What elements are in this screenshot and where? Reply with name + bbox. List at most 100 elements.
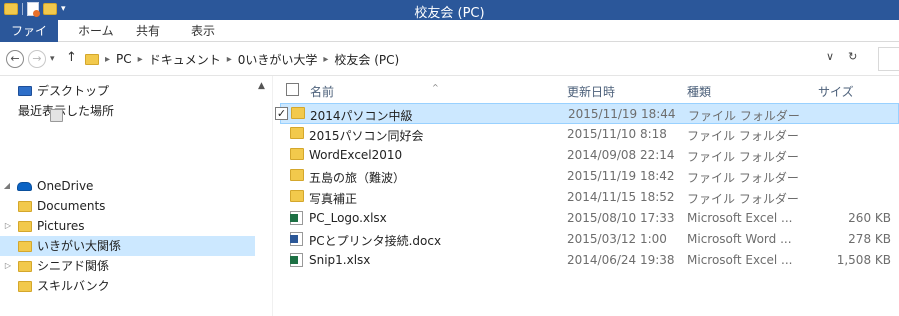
file-size: 260 KB [848, 211, 891, 225]
file-name: Snip1.xlsx [309, 253, 371, 267]
file-name: 2015パソコン同好会 [309, 129, 424, 143]
sidebar-item-label: Documents [37, 199, 106, 213]
tab-file[interactable]: ファイル [0, 20, 58, 60]
folder-icon [18, 220, 32, 232]
folder-icon [290, 169, 304, 181]
breadcrumb-current-folder[interactable]: 校友会 (PC) [334, 51, 399, 68]
nav-scroll-up-button[interactable]: ▲ [258, 81, 265, 91]
file-name: WordExcel2010 [309, 148, 403, 162]
file-type: Microsoft Word ... [687, 232, 792, 246]
sidebar-item-onedrive[interactable]: ◢ OneDrive [0, 176, 255, 196]
word-file-icon [290, 232, 303, 246]
back-button[interactable]: ← [6, 50, 24, 68]
table-row[interactable]: WordExcel2010 2014/09/08 22:14 ファイル フォルダ… [280, 145, 899, 166]
table-row[interactable]: Snip1.xlsx 2014/06/24 19:38 Microsoft Ex… [280, 250, 899, 271]
breadcrumb-documents[interactable]: ドキュメント [149, 51, 221, 68]
column-header-name[interactable]: 名前 [310, 83, 334, 100]
file-size: 1,508 KB [836, 253, 891, 267]
file-date: 2015/11/10 8:18 [567, 127, 667, 141]
breadcrumb-separator[interactable]: ▸ [227, 54, 232, 65]
sidebar-item-label: デスクトップ [37, 84, 110, 98]
tab-home[interactable]: ホーム [70, 20, 122, 42]
breadcrumb[interactable]: ▸ PC ▸ ドキュメント ▸ 0いきがい大学 ▸ 校友会 (PC) [84, 47, 874, 71]
breadcrumb-separator[interactable]: ▸ [105, 54, 110, 65]
address-controls: ∨ ↻ [826, 50, 857, 63]
sidebar-item-ikigai[interactable]: いきがい大関係 [0, 236, 255, 256]
folder-icon [18, 200, 32, 212]
file-type: ファイル フォルダー [688, 109, 800, 123]
file-name: 2014パソコン中級 [310, 109, 413, 123]
table-row[interactable]: PC_Logo.xlsx 2015/08/10 17:33 Microsoft … [280, 208, 899, 229]
sidebar-item-documents[interactable]: Documents [0, 196, 255, 216]
refresh-icon[interactable]: ↻ [848, 50, 857, 63]
folder-icon [290, 148, 304, 160]
sidebar-item-recent-places[interactable]: 最近表示した場所 [0, 101, 255, 122]
pane-divider[interactable] [272, 76, 273, 316]
folder-icon [290, 127, 304, 139]
table-row[interactable]: 2015パソコン同好会 2015/11/10 8:18 ファイル フォルダー [280, 124, 899, 145]
sidebar-item-label: Pictures [37, 219, 85, 233]
select-all-checkbox[interactable] [286, 83, 299, 96]
search-input[interactable] [878, 47, 899, 71]
file-type: ファイル フォルダー [687, 129, 799, 143]
navigation-pane: ▲ デスクトップ 最近表示した場所 ◢ OneDrive Documents ▷… [0, 76, 272, 316]
file-date: 2015/08/10 17:33 [567, 211, 675, 225]
breadcrumb-separator[interactable]: ▸ [138, 54, 143, 65]
sidebar-item-skillbank[interactable]: スキルバンク [0, 276, 255, 296]
breadcrumb-separator[interactable]: ▸ [323, 54, 328, 65]
sidebar-item-desktop[interactable]: デスクトップ [0, 81, 255, 101]
folder-icon [291, 107, 305, 119]
sidebar-item-label: いきがい大関係 [37, 239, 122, 253]
file-type: ファイル フォルダー [687, 192, 799, 206]
file-date: 2014/11/15 18:52 [567, 190, 675, 204]
address-history-dropdown[interactable]: ∨ [826, 50, 834, 63]
table-row[interactable]: 写真補正 2014/11/15 18:52 ファイル フォルダー [280, 187, 899, 208]
expand-arrow-icon[interactable]: ▷ [3, 216, 13, 236]
breadcrumb-ikigai-university[interactable]: 0いきがい大学 [238, 51, 318, 68]
recent-places-icon [50, 109, 63, 122]
file-type: Microsoft Excel ... [687, 253, 793, 267]
file-date: 2015/03/12 1:00 [567, 232, 667, 246]
recent-locations-dropdown[interactable]: ▾ [50, 50, 55, 68]
window-title: 校友会 (PC) [414, 6, 485, 21]
sidebar-item-pictures[interactable]: ▷ Pictures [0, 216, 255, 236]
tab-view[interactable]: 表示 [183, 20, 223, 42]
column-header-type[interactable]: 種類 [687, 83, 711, 100]
table-row[interactable]: 五島の旅（難波） 2015/11/19 18:42 ファイル フォルダー [280, 166, 899, 187]
file-name: 写真補正 [309, 192, 358, 206]
folder-icon [18, 240, 32, 252]
file-size: 278 KB [848, 232, 891, 246]
row-checkbox[interactable]: ✓ [275, 107, 288, 120]
sidebar-item-label: 最近表示した場所 [18, 104, 115, 118]
file-type: Microsoft Excel ... [687, 211, 793, 225]
excel-file-icon [290, 211, 303, 225]
folder-icon [18, 280, 32, 292]
sidebar-item-label: シニアド関係 [37, 259, 110, 273]
collapse-arrow-icon[interactable]: ◢ [2, 176, 12, 196]
expand-arrow-icon[interactable]: ▷ [3, 256, 13, 276]
folder-icon [18, 260, 32, 272]
up-button[interactable]: ↑ [66, 49, 77, 67]
breadcrumb-pc[interactable]: PC [116, 52, 132, 66]
folder-icon [290, 190, 304, 202]
folder-icon [85, 53, 99, 65]
table-row[interactable]: PCとプリンタ接続.docx 2015/03/12 1:00 Microsoft… [280, 229, 899, 250]
column-header-date[interactable]: 更新日時 [567, 83, 615, 100]
forward-button[interactable]: → [28, 50, 46, 68]
sort-ascending-icon: ^ [432, 83, 439, 92]
desktop-icon [18, 86, 32, 96]
file-name: 五島の旅（難波） [309, 171, 406, 185]
address-bar-row: ← → ▾ ↑ ▸ PC ▸ ドキュメント ▸ 0いきがい大学 ▸ 校友会 (P… [0, 42, 899, 76]
column-header-row: ^ 名前 更新日時 種類 サイズ [280, 76, 899, 102]
file-type: ファイル フォルダー [687, 171, 799, 185]
file-name: PCとプリンタ接続.docx [309, 234, 442, 248]
table-row[interactable]: ✓ 2014パソコン中級 2015/11/19 18:44 ファイル フォルダー [275, 103, 899, 124]
onedrive-icon [17, 181, 32, 191]
file-name: PC_Logo.xlsx [309, 211, 387, 225]
file-list: ^ 名前 更新日時 種類 サイズ ✓ 2014パソコン中級 2015/11/19… [275, 76, 899, 316]
column-header-size[interactable]: サイズ [818, 83, 854, 100]
title-bar: ▾ 校友会 (PC) [0, 0, 899, 21]
sidebar-item-senior[interactable]: ▷ シニアド関係 [0, 256, 255, 276]
tab-share[interactable]: 共有 [128, 20, 168, 42]
file-date: 2014/09/08 22:14 [567, 148, 675, 162]
